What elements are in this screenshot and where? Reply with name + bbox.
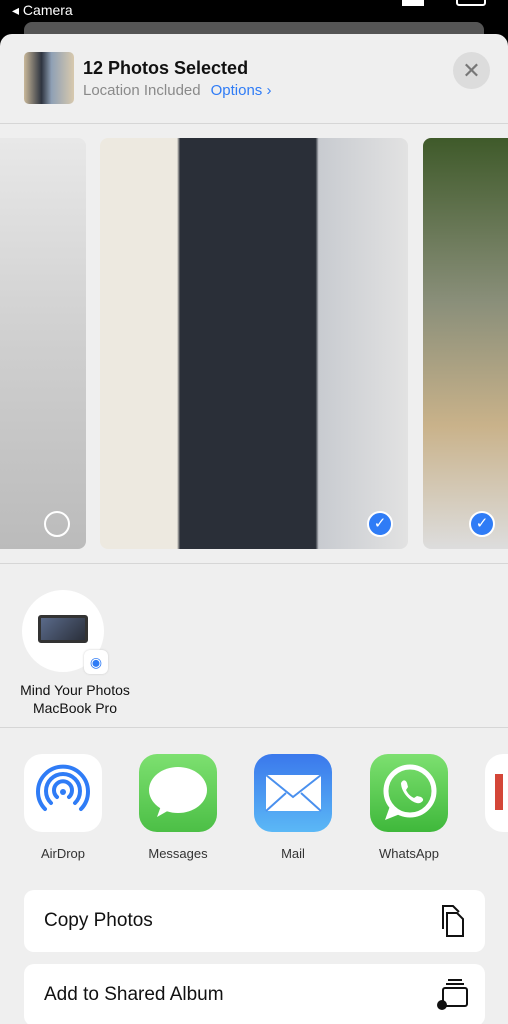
- app-messages[interactable]: Messages: [138, 754, 218, 861]
- messages-icon: [139, 754, 217, 832]
- photo-item[interactable]: ✓: [423, 138, 508, 549]
- location-status: Location Included: [83, 82, 201, 99]
- app-whatsapp[interactable]: WhatsApp: [369, 754, 449, 861]
- selection-thumbnail: [24, 52, 74, 104]
- copy-icon: [442, 905, 464, 937]
- mail-icon: [254, 754, 332, 832]
- share-sheet: 12 Photos Selected Location Included Opti…: [0, 34, 508, 1024]
- options-button[interactable]: Options ›: [211, 82, 272, 99]
- share-title: 12 Photos Selected: [83, 58, 249, 78]
- back-to-camera-link[interactable]: ◂ Camera: [12, 2, 73, 19]
- shared-album-icon: [437, 979, 468, 1010]
- app-airdrop[interactable]: AirDrop: [23, 754, 103, 861]
- checkmark-icon[interactable]: ✓: [367, 511, 393, 537]
- app-mail[interactable]: Mail: [253, 754, 333, 861]
- close-button[interactable]: ✕: [453, 52, 490, 89]
- device-name: Mind Your Photos MacBook Pro: [20, 682, 130, 716]
- battery-icon: [456, 0, 486, 6]
- airdrop-device[interactable]: ◉: [22, 590, 108, 674]
- checkmark-icon[interactable]: ✓: [469, 511, 495, 537]
- app-gmail[interactable]: G: [484, 754, 508, 861]
- copy-photos-action[interactable]: Copy Photos: [24, 890, 485, 952]
- airdrop-icon: [24, 754, 102, 832]
- signal-icon: [402, 0, 424, 6]
- photo-carousel[interactable]: ✓ ✓: [0, 138, 508, 549]
- gmail-icon: [485, 754, 508, 832]
- whatsapp-icon: [370, 754, 448, 832]
- share-header: 12 Photos Selected Location Included Opti…: [0, 34, 508, 124]
- laptop-icon: [38, 615, 88, 643]
- photo-item[interactable]: [0, 138, 86, 549]
- add-to-shared-album-action[interactable]: Add to Shared Album: [24, 964, 485, 1024]
- photo-item[interactable]: ✓: [100, 138, 408, 549]
- divider: [0, 563, 508, 564]
- close-icon: ✕: [462, 58, 481, 83]
- divider: [0, 727, 508, 728]
- airdrop-icon: ◉: [84, 650, 108, 674]
- unchecked-circle-icon[interactable]: [44, 511, 70, 537]
- status-bar: ◂ Camera: [0, 0, 508, 24]
